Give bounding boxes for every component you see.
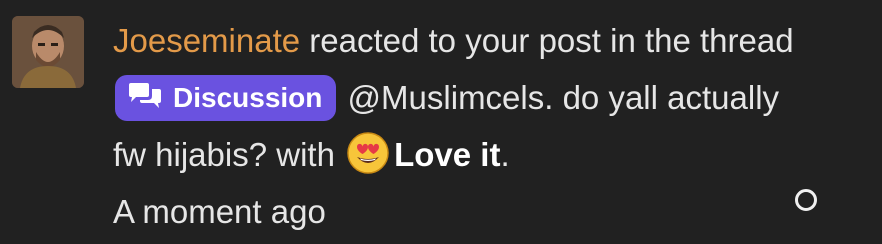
reaction-name: Love it	[394, 136, 501, 173]
with-text: with	[267, 136, 345, 173]
avatar[interactable]	[12, 16, 84, 88]
username-link[interactable]: Joeseminate	[113, 22, 300, 59]
action-text: reacted to your post in the thread	[300, 22, 794, 59]
alert-content: Joeseminate reacted to your post in the …	[113, 12, 813, 240]
alert-item[interactable]: Joeseminate reacted to your post in the …	[0, 0, 882, 244]
mark-read-circle-icon[interactable]	[795, 189, 817, 211]
alert-time: A moment ago	[113, 193, 326, 230]
heart-eyes-emoji-icon	[347, 132, 389, 175]
discussion-label[interactable]: Discussion	[115, 75, 337, 121]
discussion-label-text: Discussion	[173, 82, 323, 113]
period-text: .	[500, 136, 510, 173]
chat-bubbles-icon	[129, 82, 161, 108]
